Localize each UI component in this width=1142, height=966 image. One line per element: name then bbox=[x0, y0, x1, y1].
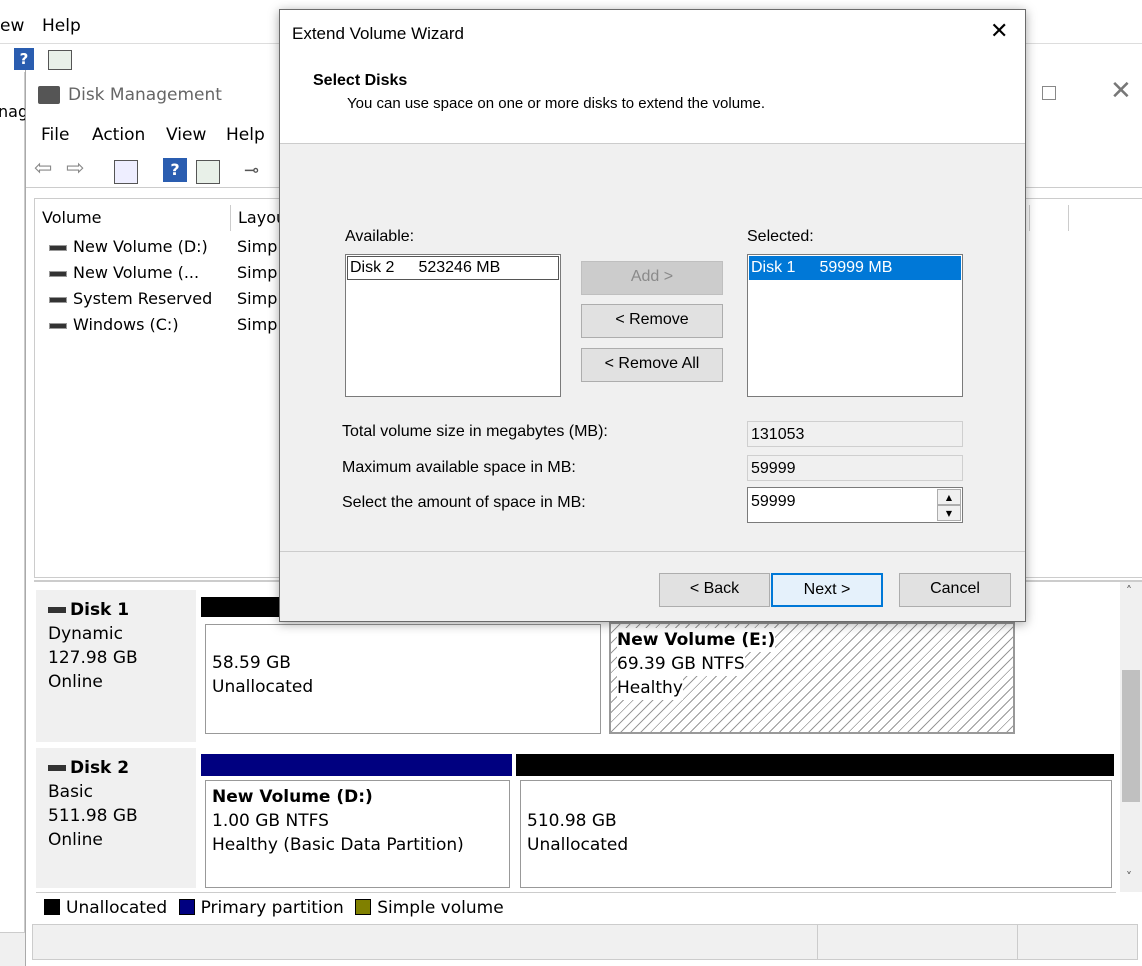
page-subheading: You can use space on one or more disks t… bbox=[347, 95, 766, 112]
wizard-header: Extend Volume Wizard ✕ Select Disks You … bbox=[280, 10, 1025, 144]
help-icon[interactable]: ? bbox=[163, 158, 187, 182]
volume-layout: Simp bbox=[237, 315, 278, 334]
disk-2-type: Basic bbox=[48, 782, 94, 802]
disk-1-new-volume-e-partition[interactable]: New Volume (E:) 69.39 GB NTFS Healthy bbox=[609, 622, 1015, 734]
status-divider bbox=[1017, 925, 1018, 959]
column-header-volume[interactable]: Volume bbox=[35, 205, 231, 231]
legend-simple: Simple volume bbox=[355, 898, 504, 918]
action-pane-icon[interactable] bbox=[196, 160, 220, 184]
disk-2-status: Online bbox=[48, 830, 103, 850]
add-button[interactable]: Add > bbox=[581, 261, 723, 295]
disk-2-label[interactable]: Disk 2 Basic 511.98 GB Online bbox=[36, 748, 196, 888]
disk-1-label[interactable]: Disk 1 Dynamic 127.98 GB Online bbox=[36, 590, 196, 742]
menu-action[interactable]: Action bbox=[92, 125, 145, 145]
disk-2-size: 511.98 GB bbox=[48, 806, 138, 826]
maximize-icon[interactable] bbox=[1042, 86, 1056, 100]
disk-2-unallocated-bar bbox=[516, 754, 1114, 776]
volume-layout: Simp bbox=[237, 289, 278, 308]
disk-2-name: Disk 2 bbox=[48, 756, 196, 780]
disk-1-type: Dynamic bbox=[48, 624, 123, 644]
extend-volume-wizard-dialog: Extend Volume Wizard ✕ Select Disks You … bbox=[279, 9, 1026, 622]
spin-up-icon[interactable]: ▲ bbox=[937, 489, 961, 505]
disk-2-primary-bar bbox=[201, 754, 512, 776]
max-space-field: 59999 bbox=[747, 455, 963, 481]
disk-management-icon bbox=[38, 86, 60, 104]
volume-layout: Simp bbox=[237, 263, 278, 282]
show-hide-tree-icon[interactable] bbox=[114, 160, 138, 184]
drive-icon bbox=[49, 322, 67, 329]
drive-icon bbox=[49, 244, 67, 251]
legend-swatch bbox=[178, 899, 195, 915]
back-button[interactable]: < Back bbox=[659, 573, 770, 607]
menu-file[interactable]: File bbox=[41, 125, 69, 145]
volume-row[interactable]: New Volume (... bbox=[49, 261, 199, 285]
console-icon[interactable] bbox=[48, 50, 72, 70]
amount-label: Select the amount of space in MB: bbox=[342, 494, 586, 511]
statusbar bbox=[32, 924, 1138, 960]
amount-input[interactable]: 59999 bbox=[751, 493, 796, 511]
scroll-down-icon[interactable]: ˅ bbox=[1126, 870, 1132, 884]
available-item[interactable]: Disk 2 523246 MB bbox=[347, 256, 559, 280]
window-title: Disk Management bbox=[68, 85, 222, 105]
disk-map-scrollbar[interactable]: ˄ ˅ bbox=[1120, 582, 1142, 892]
legend-swatch bbox=[44, 899, 60, 915]
footer-divider bbox=[280, 551, 1025, 552]
volume-row[interactable]: Windows (C:) bbox=[49, 313, 179, 337]
legend-unallocated: Unallocated bbox=[44, 898, 167, 918]
drive-icon bbox=[49, 270, 67, 277]
selected-listbox[interactable]: Disk 1 59999 MB bbox=[747, 254, 963, 397]
connect-icon[interactable]: ⊸ bbox=[244, 160, 268, 184]
available-listbox[interactable]: Disk 2 523246 MB bbox=[345, 254, 561, 397]
back-menu-view[interactable]: ew bbox=[0, 16, 24, 36]
total-size-field: 131053 bbox=[747, 421, 963, 447]
legend: Unallocated Primary partition Simple vol… bbox=[36, 892, 1116, 922]
back-left-pane: nager bbox=[0, 72, 45, 932]
wizard-title: Extend Volume Wizard bbox=[292, 24, 464, 43]
legend-primary: Primary partition bbox=[178, 898, 344, 918]
volume-layout: Simp bbox=[237, 237, 278, 256]
selected-item[interactable]: Disk 1 59999 MB bbox=[749, 256, 961, 280]
close-icon[interactable]: ✕ bbox=[1110, 78, 1132, 104]
total-size-label: Total volume size in megabytes (MB): bbox=[342, 423, 608, 440]
spin-down-icon[interactable]: ▼ bbox=[937, 505, 961, 521]
volume-row[interactable]: System Reserved bbox=[49, 287, 212, 311]
disk-icon bbox=[48, 765, 66, 771]
disk-2-new-volume-d-partition[interactable]: New Volume (D:) 1.00 GB NTFS Healthy (Ba… bbox=[205, 780, 510, 888]
max-space-label: Maximum available space in MB: bbox=[342, 459, 576, 476]
disk-1-size: 127.98 GB bbox=[48, 648, 138, 668]
scrollbar-thumb[interactable] bbox=[1122, 670, 1140, 802]
next-button[interactable]: Next > bbox=[771, 573, 883, 607]
scroll-up-icon[interactable]: ˄ bbox=[1126, 584, 1132, 598]
disk-1-status: Online bbox=[48, 672, 103, 692]
amount-spinbox[interactable]: 59999 ▲ ▼ bbox=[747, 487, 963, 523]
disk-2-unallocated-partition[interactable]: 510.98 GB Unallocated bbox=[520, 780, 1112, 888]
disk-icon bbox=[48, 607, 66, 613]
available-label: Available: bbox=[345, 228, 415, 245]
volume-row[interactable]: New Volume (D:) bbox=[49, 235, 208, 259]
cancel-button[interactable]: Cancel bbox=[899, 573, 1011, 607]
legend-swatch bbox=[355, 899, 372, 915]
column-header-extra[interactable] bbox=[1029, 205, 1069, 231]
remove-all-button[interactable]: < Remove All bbox=[581, 348, 723, 382]
status-divider bbox=[817, 925, 818, 959]
disk-1-name: Disk 1 bbox=[48, 598, 196, 622]
forward-arrow-icon[interactable]: ⇨ bbox=[66, 158, 90, 182]
menu-view[interactable]: View bbox=[166, 125, 206, 145]
remove-button[interactable]: < Remove bbox=[581, 304, 723, 338]
back-menu-help[interactable]: Help bbox=[42, 16, 81, 36]
disk-1-unallocated-partition[interactable]: 58.59 GB Unallocated bbox=[205, 624, 601, 734]
menu-help[interactable]: Help bbox=[226, 125, 265, 145]
selected-label: Selected: bbox=[747, 228, 814, 245]
help-icon[interactable]: ? bbox=[14, 48, 34, 70]
drive-icon bbox=[49, 296, 67, 303]
page-heading: Select Disks bbox=[313, 72, 408, 89]
back-arrow-icon[interactable]: ⇦ bbox=[34, 158, 58, 182]
close-icon[interactable]: ✕ bbox=[990, 20, 1008, 44]
